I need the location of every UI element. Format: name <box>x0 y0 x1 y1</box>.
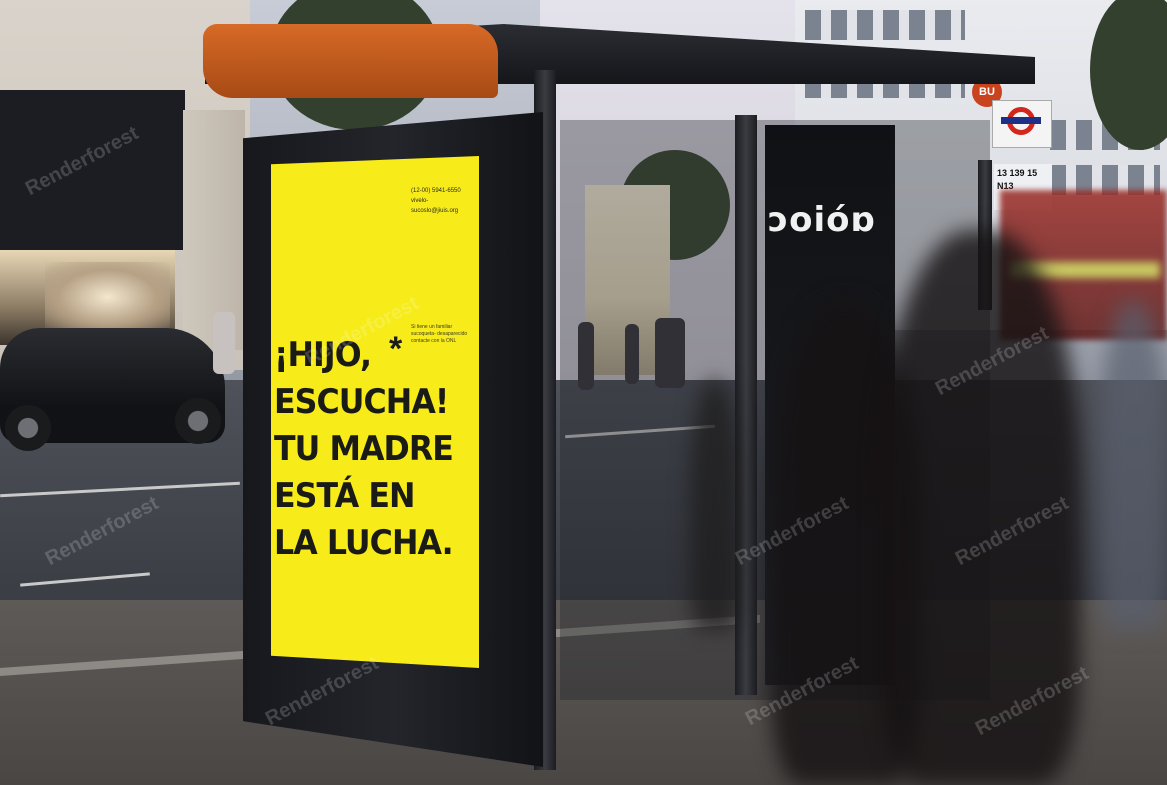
headline-line: LA LUCHA. <box>274 523 454 563</box>
route-number: 15 <box>1027 168 1038 178</box>
route-number: 139 <box>1009 168 1025 178</box>
transport-roundel-sign <box>992 100 1052 148</box>
blurred-pedestrian <box>1100 300 1167 630</box>
side-ad-logo: ɔoióɒ <box>768 200 876 240</box>
car-wheel <box>5 405 51 451</box>
window-row <box>805 10 965 40</box>
building-left-dark-window <box>0 90 185 250</box>
headline-line: ESCUCHA! <box>274 382 449 422</box>
shelter-roof-edge <box>203 24 498 98</box>
route-number: 13 <box>997 168 1008 178</box>
poster-phone: (12-00) 5941-6550 <box>411 188 461 194</box>
yellow-poster: (12-00) 5941-6550 vivelo-sucoslo@jiuis.o… <box>271 156 479 668</box>
headline-line: TU MADRE <box>274 429 454 469</box>
blurred-pedestrian <box>880 230 1080 785</box>
shelter-post <box>735 115 757 695</box>
pedestrian <box>213 312 235 374</box>
headline-line: ESTÁ EN <box>274 476 415 516</box>
poster-email: vivelo-sucoslo@jiuis.org <box>411 198 459 214</box>
bus-sign-label: BU <box>979 86 995 98</box>
poster-contact: (12-00) 5941-6550 vivelo-sucoslo@jiuis.o… <box>411 186 475 216</box>
headline-line: ¡HIJO, <box>274 335 372 375</box>
roundel-bar-icon <box>1001 117 1041 124</box>
shop-window-display <box>45 262 170 332</box>
car-wheel <box>175 398 221 444</box>
blurred-pedestrian <box>690 380 740 630</box>
bus-shelter-photo: BU 13 139 15 N13 ɔoióɒ (12-00) 5941-6550… <box>0 0 1167 785</box>
poster-headline: ¡HIJO, ESCUCHA! TU MADRE ESTÁ EN LA LUCH… <box>274 332 465 567</box>
